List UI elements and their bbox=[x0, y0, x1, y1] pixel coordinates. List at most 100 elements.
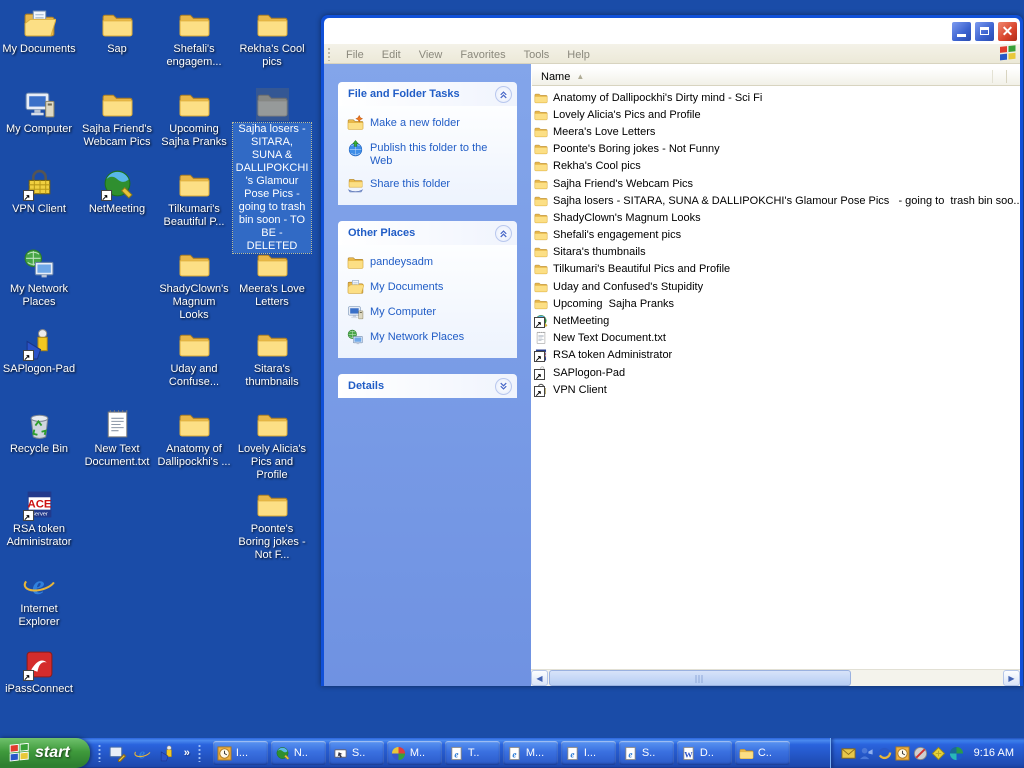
tray-swirl-icon[interactable] bbox=[877, 746, 892, 761]
taskbar-window-button[interactable]: eM... bbox=[503, 741, 558, 765]
task-link[interactable]: My Documents bbox=[347, 279, 511, 296]
file-list-row[interactable]: Poonte's Boring jokes - Not Funny bbox=[531, 141, 1020, 158]
file-list-row[interactable]: Shefali's engagement pics bbox=[531, 227, 1020, 244]
scrollbar-track[interactable] bbox=[548, 670, 1003, 686]
section-header[interactable]: Details bbox=[338, 374, 517, 398]
minimize-button[interactable] bbox=[951, 21, 972, 42]
taskbar-window-button[interactable]: S.. bbox=[329, 741, 384, 765]
scroll-right-button[interactable]: ▶ bbox=[1003, 670, 1020, 686]
file-list-row[interactable]: Tilkumari's Beautiful Pics and Profile bbox=[531, 261, 1020, 278]
task-link[interactable]: Share this folder bbox=[347, 176, 511, 193]
task-link[interactable]: Publish this folder to the Web bbox=[347, 140, 511, 168]
tray-pinwheel-icon[interactable] bbox=[949, 746, 964, 761]
chevron-up-icon[interactable] bbox=[495, 86, 512, 103]
desktop-icon[interactable]: Anatomy of Dallipockhi's ... bbox=[155, 408, 233, 469]
task-new-folder-icon bbox=[347, 115, 364, 132]
quick-launch-overflow-chevron[interactable]: » bbox=[184, 747, 190, 759]
menu-tools[interactable]: Tools bbox=[515, 46, 559, 64]
file-list-row[interactable]: VPN Client bbox=[531, 381, 1020, 398]
start-button[interactable]: start bbox=[0, 738, 90, 768]
desktop-icon[interactable]: Poonte's Boring jokes - Not F... bbox=[233, 488, 311, 562]
desktop-icon[interactable]: Sap bbox=[78, 8, 156, 56]
menu-help[interactable]: Help bbox=[558, 46, 599, 64]
tray-clock-app-icon[interactable] bbox=[895, 746, 910, 761]
file-list-row[interactable]: New Text Document.txt bbox=[531, 330, 1020, 347]
desktop-icon[interactable]: ShadyClown's Magnum Looks bbox=[155, 248, 233, 322]
quick-launch-ie-icon[interactable]: e bbox=[134, 745, 151, 762]
file-list-row[interactable]: Rekha's Cool pics bbox=[531, 158, 1020, 175]
desktop-icon[interactable]: Tilkumari's Beautiful P... bbox=[155, 168, 233, 229]
desktop-icon[interactable]: New Text Document.txt bbox=[78, 408, 156, 469]
file-list-row[interactable]: SAPlogon-Pad bbox=[531, 364, 1020, 381]
desktop-icon[interactable]: Sajha Friend's Webcam Pics bbox=[78, 88, 156, 149]
tray-clock[interactable]: 9:16 AM bbox=[974, 747, 1014, 759]
close-button[interactable]: ✕ bbox=[997, 21, 1018, 42]
horizontal-scrollbar[interactable]: ◀ ▶ bbox=[531, 669, 1020, 686]
taskbar-window-button[interactable]: N.. bbox=[271, 741, 326, 765]
desktop-icon[interactable]: SAPlogon-Pad bbox=[0, 328, 78, 376]
column-divider[interactable] bbox=[1006, 70, 1007, 83]
section-header[interactable]: File and Folder Tasks bbox=[338, 82, 517, 106]
file-list-row[interactable]: Anatomy of Dallipockhi's Dirty mind - Sc… bbox=[531, 89, 1020, 106]
desktop-icon[interactable]: NetMeeting bbox=[78, 168, 156, 216]
quick-launch-show-desktop-icon[interactable] bbox=[109, 745, 126, 762]
file-list-row[interactable]: ACEServerRSA token Administrator bbox=[531, 347, 1020, 364]
column-header-name[interactable]: Name ▲ bbox=[532, 68, 1020, 86]
chevron-down-icon[interactable] bbox=[495, 378, 512, 395]
menu-favorites[interactable]: Favorites bbox=[451, 46, 514, 64]
scrollbar-thumb[interactable] bbox=[549, 670, 851, 686]
file-list-row[interactable]: Upcoming Sajha Pranks bbox=[531, 295, 1020, 312]
menubar-grip-handle[interactable] bbox=[327, 47, 331, 61]
quick-launch-grip-handle[interactable] bbox=[98, 744, 101, 762]
file-list-row[interactable]: Sajha Friend's Webcam Pics bbox=[531, 175, 1020, 192]
desktop-icon[interactable]: iPassConnect bbox=[0, 648, 78, 696]
desktop-icon[interactable]: My Network Places bbox=[0, 248, 78, 309]
menu-edit[interactable]: Edit bbox=[373, 46, 410, 64]
taskbar-window-button[interactable]: eI... bbox=[561, 741, 616, 765]
maximize-button[interactable] bbox=[974, 21, 995, 42]
desktop-icon[interactable]: Shefali's engagem... bbox=[155, 8, 233, 69]
desktop-icon[interactable]: Rekha's Cool pics bbox=[233, 8, 311, 69]
chevron-up-icon[interactable] bbox=[495, 225, 512, 242]
file-list-row[interactable]: Uday and Confused's Stupidity bbox=[531, 278, 1020, 295]
taskbar-window-button[interactable]: eS.. bbox=[619, 741, 674, 765]
desktop-icon[interactable]: VPN Client bbox=[0, 168, 78, 216]
menu-file[interactable]: File bbox=[337, 46, 373, 64]
taskbar-grip-handle[interactable] bbox=[198, 744, 201, 762]
taskbar-window-button[interactable]: eT.. bbox=[445, 741, 500, 765]
menu-view[interactable]: View bbox=[410, 46, 452, 64]
task-link[interactable]: My Computer bbox=[347, 304, 511, 321]
task-link[interactable]: My Network Places bbox=[347, 329, 511, 346]
desktop-icon[interactable]: Sajha losers - SITARA, SUNA & DALLIPOKCH… bbox=[233, 88, 311, 253]
task-link[interactable]: pandeysadm bbox=[347, 254, 511, 271]
file-list-row[interactable]: ShadyClown's Magnum Looks bbox=[531, 209, 1020, 226]
tray-diamond-icon[interactable] bbox=[931, 746, 946, 761]
desktop-icon[interactable]: My Documents bbox=[0, 8, 78, 56]
taskbar-window-button[interactable]: WD.. bbox=[677, 741, 732, 765]
taskbar-window-button[interactable]: C.. bbox=[735, 741, 790, 765]
tray-mute-icon[interactable] bbox=[913, 746, 928, 761]
file-list-row[interactable]: Sajha losers - SITARA, SUNA & DALLIPOKCH… bbox=[531, 192, 1020, 209]
taskbar-window-button[interactable]: I... bbox=[213, 741, 268, 765]
desktop-icon[interactable]: eInternet Explorer bbox=[0, 568, 78, 629]
task-link[interactable]: Make a new folder bbox=[347, 115, 511, 132]
desktop-icon[interactable]: My Computer bbox=[0, 88, 78, 136]
section-header[interactable]: Other Places bbox=[338, 221, 517, 245]
file-list-row[interactable]: NetMeeting bbox=[531, 312, 1020, 329]
tray-user-icon[interactable] bbox=[859, 746, 874, 761]
desktop-icon[interactable]: Lovely Alicia's Pics and Profile bbox=[233, 408, 311, 482]
tray-mail-icon[interactable] bbox=[841, 746, 856, 761]
desktop-icon[interactable]: ACEServerRSA token Administrator bbox=[0, 488, 78, 549]
desktop-icon[interactable]: Meera's Love Letters bbox=[233, 248, 311, 309]
taskbar-window-button[interactable]: M.. bbox=[387, 741, 442, 765]
window-titlebar[interactable]: ✕ bbox=[324, 18, 1020, 44]
quick-launch-sap-icon[interactable] bbox=[159, 745, 176, 762]
file-list-row[interactable]: Lovely Alicia's Pics and Profile bbox=[531, 106, 1020, 123]
file-list-row[interactable]: Meera's Love Letters bbox=[531, 123, 1020, 140]
desktop-icon[interactable]: Sitara's thumbnails bbox=[233, 328, 311, 389]
scroll-left-button[interactable]: ◀ bbox=[531, 670, 548, 686]
desktop-icon[interactable]: Upcoming Sajha Pranks bbox=[155, 88, 233, 149]
desktop-icon[interactable]: Recycle Bin bbox=[0, 408, 78, 456]
file-list-row[interactable]: Sitara's thumbnails bbox=[531, 244, 1020, 261]
desktop-icon[interactable]: Uday and Confuse... bbox=[155, 328, 233, 389]
